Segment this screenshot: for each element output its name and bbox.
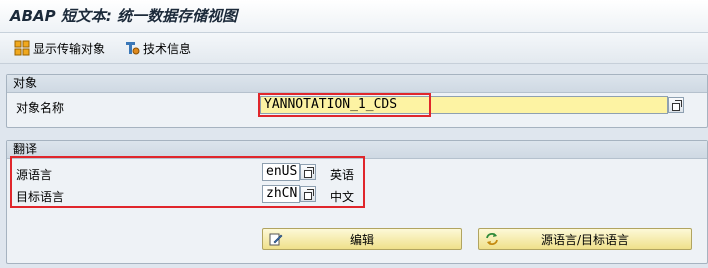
- page-title: ABAP 短文本: 统一数据存储视图: [10, 7, 238, 25]
- object-name-field[interactable]: YANNOTATION_1_CDS: [260, 96, 668, 114]
- edit-button[interactable]: 编辑: [262, 228, 462, 250]
- edit-button-label: 编辑: [349, 232, 374, 247]
- swap-languages-label: 源语言/目标语言: [540, 232, 630, 247]
- application-toolbar: 显示传输对象 技术信息: [0, 33, 708, 64]
- object-name-label: 对象名称: [16, 101, 65, 115]
- show-transport-objects-button[interactable]: 显示传输对象: [14, 39, 105, 57]
- technical-info-button[interactable]: 技术信息: [124, 39, 191, 57]
- target-language-field[interactable]: zhCN: [262, 185, 300, 203]
- swap-languages-button[interactable]: 源语言/目标语言: [478, 228, 692, 250]
- source-language-field[interactable]: enUS: [262, 163, 300, 181]
- target-language-name: 中文: [330, 190, 355, 204]
- technical-info-label: 技术信息: [143, 41, 192, 56]
- technical-info-icon: [124, 40, 140, 56]
- source-language-name: 英语: [330, 168, 355, 182]
- value-help-icon[interactable]: [668, 97, 684, 113]
- translation-group-header: 翻译: [7, 141, 707, 159]
- source-language-label: 源语言: [16, 168, 53, 182]
- target-language-label: 目标语言: [16, 190, 65, 204]
- object-group-header: 对象: [7, 75, 707, 93]
- title-bar: ABAP 短文本: 统一数据存储视图: [0, 0, 708, 33]
- show-transport-objects-label: 显示传输对象: [33, 41, 106, 56]
- transport-objects-icon: [14, 40, 30, 56]
- target-language-help-icon[interactable]: [300, 186, 316, 202]
- source-language-help-icon[interactable]: [300, 164, 316, 180]
